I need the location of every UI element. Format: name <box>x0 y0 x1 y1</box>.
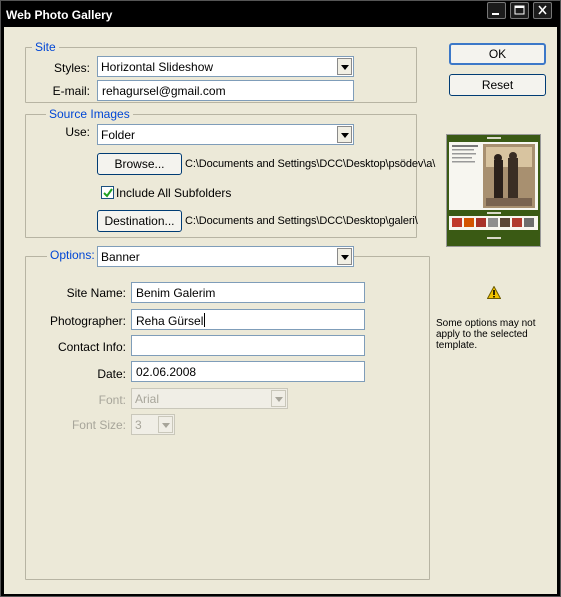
photographer-field[interactable]: Reha Gürsel <box>131 309 365 330</box>
use-select[interactable]: Folder <box>97 124 354 145</box>
photographer-value: Reha Gürsel <box>136 314 204 328</box>
chevron-down-icon[interactable] <box>337 58 352 75</box>
date-field[interactable]: 02.06.2008 <box>131 361 365 382</box>
ok-button[interactable]: OK <box>449 43 546 65</box>
options-select[interactable]: Banner <box>97 246 354 267</box>
styles-value: Horizontal Slideshow <box>101 60 214 74</box>
site-name-field[interactable]: Benim Galerim <box>131 282 365 303</box>
template-preview <box>446 134 541 247</box>
chevron-down-icon <box>271 390 286 407</box>
reset-button[interactable]: Reset <box>449 74 546 96</box>
close-button[interactable] <box>533 2 552 19</box>
styles-select[interactable]: Horizontal Slideshow <box>97 56 354 77</box>
site-legend: Site <box>32 40 59 54</box>
close-icon <box>538 5 547 15</box>
font-select: Arial <box>131 388 288 409</box>
web-photo-gallery-window: Web Photo Gallery Site Styles: Horizonta… <box>0 0 561 597</box>
window-title: Web Photo Gallery <box>6 8 113 22</box>
destination-path: C:\Documents and Settings\DCC\Desktop\ga… <box>185 215 418 227</box>
email-value: rehagursel@gmail.com <box>102 84 226 98</box>
minimize-button[interactable] <box>487 2 506 19</box>
font-value: Arial <box>135 392 160 406</box>
site-name-value: Benim Galerim <box>136 286 216 300</box>
destination-button[interactable]: Destination... <box>97 210 182 232</box>
browse-path: C:\Documents and Settings\DCC\Desktop\ps… <box>185 158 436 170</box>
photographer-value-wrap: Reha Gürsel <box>136 313 206 328</box>
font-label: Font: <box>98 393 126 407</box>
contact-info-field[interactable] <box>131 335 365 356</box>
email-field[interactable]: rehagursel@gmail.com <box>97 80 354 101</box>
maximize-button[interactable] <box>510 2 529 19</box>
styles-label: Styles: <box>53 61 90 75</box>
options-legend: Options: <box>47 248 98 262</box>
font-size-value: 3 <box>135 418 142 432</box>
site-name-label: Site Name: <box>66 286 126 300</box>
checkmark-icon <box>103 188 113 198</box>
text-caret <box>204 313 206 327</box>
browse-button[interactable]: Browse... <box>97 153 182 175</box>
use-label: Use: <box>65 125 90 139</box>
source-images-legend: Source Images <box>46 107 133 121</box>
warning-icon <box>487 286 501 299</box>
use-value: Folder <box>101 128 136 142</box>
font-size-label: Font Size: <box>71 418 126 432</box>
options-value: Banner <box>101 250 140 264</box>
dialog-body: Site Styles: Horizontal Slideshow E-mail… <box>4 27 557 594</box>
minimize-icon <box>492 13 499 15</box>
font-size-select: 3 <box>131 414 175 435</box>
include-subfolders-label[interactable]: Include All Subfolders <box>116 186 231 200</box>
contact-info-label: Contact Info: <box>57 340 126 354</box>
chevron-down-icon[interactable] <box>337 126 352 143</box>
template-preview-image <box>447 135 540 246</box>
chevron-down-icon[interactable] <box>337 248 352 265</box>
maximize-icon <box>514 5 525 15</box>
date-value: 02.06.2008 <box>136 365 197 379</box>
date-label: Date: <box>97 367 126 381</box>
chevron-down-icon <box>158 416 173 433</box>
warning-text: Some options may not apply to the select… <box>436 318 536 351</box>
email-label: E-mail: <box>52 84 90 98</box>
include-subfolders-checkbox[interactable] <box>101 186 114 199</box>
title-bar[interactable]: Web Photo Gallery <box>1 1 560 27</box>
photographer-label: Photographer: <box>49 314 126 328</box>
